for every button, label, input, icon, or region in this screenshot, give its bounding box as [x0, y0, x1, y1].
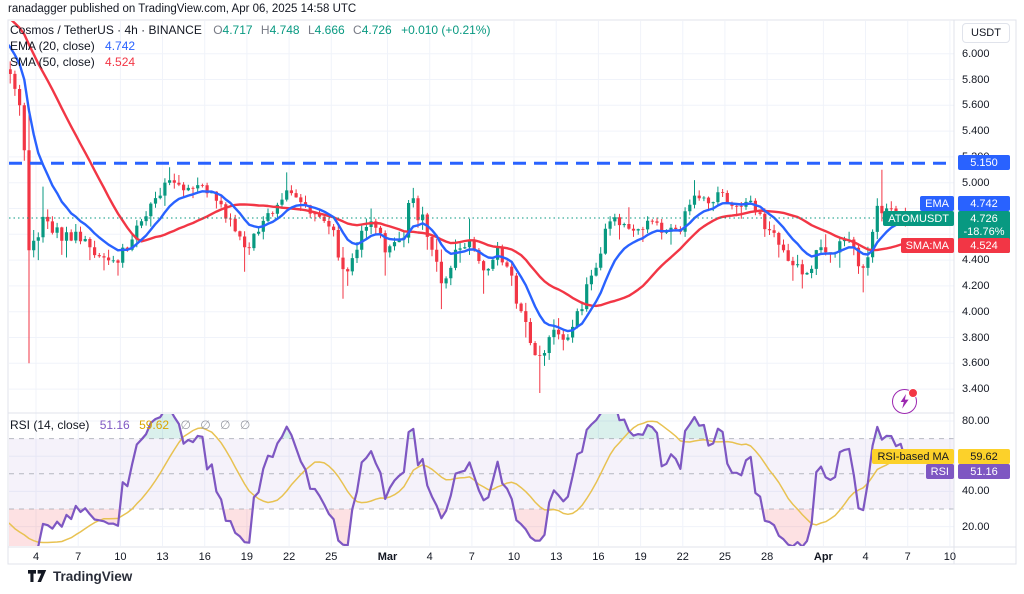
rsi-axis-tick: 20.00 — [962, 521, 990, 533]
notification-dot — [908, 388, 918, 398]
sma-value: 4.524 — [105, 55, 135, 69]
price-axis-tick: 5.400 — [962, 125, 990, 137]
time-axis-tick: 13 — [550, 551, 562, 563]
symbol-title: Cosmos / TetherUS · 4h · BINANCE — [10, 23, 202, 37]
time-axis-tick: 19 — [634, 551, 646, 563]
tradingview-chart-page: ranadagger published on TradingView.com,… — [0, 0, 1024, 594]
price-level-badge[interactable]: 5.150 — [958, 155, 1010, 170]
chart-canvas[interactable] — [0, 0, 1024, 594]
time-axis-tick: Apr — [814, 551, 833, 563]
sma-axis-value: 4.524 — [958, 238, 1010, 253]
rsi-ma-axis-tag[interactable]: RSI-based MA — [872, 449, 954, 464]
price-axis-tick: 3.800 — [962, 332, 990, 344]
symbol-axis-tag[interactable]: ATOMUSDT — [883, 211, 954, 226]
tradingview-logo-icon — [28, 570, 47, 584]
price-axis-tick: 4.200 — [962, 280, 990, 292]
symbol-legend-row[interactable]: Cosmos / TetherUS · 4h · BINANCE O4.717 … — [10, 23, 490, 37]
price-axis-tick: 6.000 — [962, 48, 990, 60]
time-axis-tick: Mar — [378, 551, 398, 563]
time-axis-tick: 7 — [469, 551, 475, 563]
time-axis-tick: 25 — [719, 551, 731, 563]
time-axis-tick: 10 — [114, 551, 126, 563]
close-value: 4.726 — [362, 23, 392, 37]
time-axis-tick: 4 — [33, 551, 39, 563]
high-label: H — [261, 23, 270, 37]
time-axis-tick: 4 — [427, 551, 433, 563]
time-axis-tick: 10 — [508, 551, 520, 563]
time-axis-tick: 7 — [905, 551, 911, 563]
price-axis-tick: 4.400 — [962, 254, 990, 266]
sma-name: SMA (50, close) — [10, 55, 95, 69]
ema-axis-tag[interactable]: EMA — [920, 196, 954, 211]
price-axis-tick: 3.400 — [962, 383, 990, 395]
time-axis-tick: 19 — [241, 551, 253, 563]
time-axis-tick: 22 — [283, 551, 295, 563]
change-percent: -18.76% — [960, 226, 1008, 239]
last-price: 4.726 — [960, 213, 1008, 226]
time-axis-tick: 7 — [75, 551, 81, 563]
sma-legend-row[interactable]: SMA (50, close) 4.524 — [10, 55, 135, 69]
rsi-legend-row[interactable]: RSI (14, close) 51.16 59.62 ∅ ∅ ∅ ∅ — [10, 418, 253, 432]
change-value: +0.010 (+0.21%) — [401, 23, 490, 37]
open-value: 4.717 — [223, 23, 253, 37]
rsi-axis-tag[interactable]: RSI — [926, 464, 954, 479]
time-axis-tick: 16 — [592, 551, 604, 563]
low-label: L — [308, 23, 315, 37]
rsi-axis-value: 51.16 — [958, 464, 1010, 479]
low-value: 4.666 — [315, 23, 345, 37]
time-axis-tick: 28 — [761, 551, 773, 563]
ema-legend-row[interactable]: EMA (20, close) 4.742 — [10, 39, 135, 53]
time-axis-tick: 4 — [862, 551, 868, 563]
rsi-axis-tick: 40.00 — [962, 485, 990, 497]
rsi-hidden-placeholders: ∅ ∅ ∅ ∅ — [180, 418, 253, 432]
tradingview-logo-text: TradingView — [53, 569, 132, 584]
rsi-value: 51.16 — [100, 418, 130, 432]
ema-name: EMA (20, close) — [10, 39, 95, 53]
price-axis-tick: 4.000 — [962, 306, 990, 318]
sma-axis-tag[interactable]: SMA:MA — [901, 238, 954, 253]
high-value: 4.748 — [270, 23, 300, 37]
time-axis-tick: 16 — [199, 551, 211, 563]
time-axis-tick: 22 — [677, 551, 689, 563]
price-axis-tick: 3.600 — [962, 357, 990, 369]
rsi-name: RSI (14, close) — [10, 418, 89, 432]
close-label: C — [353, 23, 362, 37]
time-axis-tick: 10 — [944, 551, 956, 563]
rsi-axis-tick: 80.00 — [962, 415, 990, 427]
open-label: O — [213, 23, 222, 37]
time-axis-tick: 13 — [156, 551, 168, 563]
tradingview-logo[interactable]: TradingView — [28, 569, 132, 584]
ema-value: 4.742 — [105, 39, 135, 53]
price-axis-tick: 5.000 — [962, 177, 990, 189]
ema-axis-value: 4.742 — [958, 196, 1010, 211]
flash-button[interactable] — [892, 389, 917, 414]
time-axis-tick: 25 — [325, 551, 337, 563]
rsi-ma-value: 59.62 — [139, 418, 169, 432]
price-axis-tick: 5.800 — [962, 74, 990, 86]
rsi-ma-axis-value: 59.62 — [958, 449, 1010, 464]
currency-toggle-button[interactable]: USDT — [962, 23, 1010, 43]
price-axis-tick: 5.600 — [962, 99, 990, 111]
